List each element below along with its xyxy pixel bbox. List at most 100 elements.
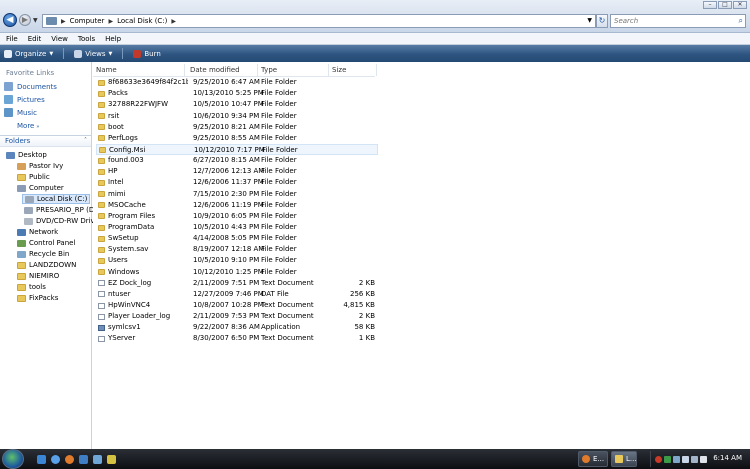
column-header-date-modified[interactable]: Date modified bbox=[187, 64, 258, 76]
file-row[interactable]: HP 12/7/2006 12:13 AM File Folder bbox=[96, 166, 378, 177]
menu-help[interactable]: Help bbox=[105, 35, 121, 43]
file-row[interactable]: SwSetup 4/14/2008 5:05 PM File Folder bbox=[96, 233, 378, 244]
file-row[interactable]: MSOCache 12/6/2006 11:19 PM File Folder bbox=[96, 200, 378, 211]
search-icon[interactable]: ⌕ bbox=[739, 15, 743, 27]
forward-button[interactable]: ▶ bbox=[19, 14, 31, 26]
music-icon bbox=[4, 108, 13, 117]
tree-presario-rp[interactable]: PRESARIO_RP (D:) bbox=[24, 206, 99, 214]
hard-disk-icon bbox=[25, 195, 34, 203]
breadcrumb-chevron-icon[interactable]: ▶ bbox=[61, 18, 66, 25]
antivirus-icon[interactable] bbox=[664, 456, 671, 463]
clock[interactable]: 6:14 AM bbox=[713, 454, 742, 462]
address-dropdown-icon[interactable]: ▼ bbox=[587, 17, 592, 24]
show-desktop-icon[interactable] bbox=[37, 455, 46, 464]
tree-public[interactable]: Public bbox=[17, 173, 50, 181]
file-row[interactable]: Users 10/5/2010 9:10 PM File Folder bbox=[96, 255, 378, 266]
battery-icon[interactable] bbox=[700, 456, 707, 463]
file-row[interactable]: Program Files 10/9/2010 6:05 PM File Folde… bbox=[96, 211, 378, 222]
taskbar-button-browser[interactable]: E... bbox=[578, 451, 608, 467]
tree-computer[interactable]: Computer bbox=[17, 184, 64, 192]
control-panel-icon bbox=[17, 239, 26, 247]
search-input[interactable]: Search ⌕ bbox=[610, 14, 746, 28]
file-type: File Folder bbox=[261, 167, 297, 176]
file-row[interactable]: ntuser 12/27/2009 7:46 PM DAT File 256 KB bbox=[96, 289, 378, 300]
file-row[interactable]: EZ Dock_log 2/11/2009 7:51 PM Text Documen… bbox=[96, 278, 378, 289]
breadcrumb-computer[interactable]: Computer bbox=[70, 17, 105, 25]
taskbar-button-explorer[interactable]: L... bbox=[611, 451, 637, 467]
tree-label: Recycle Bin bbox=[29, 250, 70, 258]
file-row[interactable]: 32788R22FWJFW 10/5/2010 10:47 PM File Fold… bbox=[96, 99, 378, 110]
file-row[interactable]: Player Loader_log 2/11/2009 7:53 PM Text D… bbox=[96, 311, 378, 322]
mail-icon[interactable] bbox=[79, 455, 88, 464]
folder-shortcut-icon[interactable] bbox=[107, 455, 116, 464]
switch-windows-icon[interactable] bbox=[93, 455, 102, 464]
menu-edit[interactable]: Edit bbox=[28, 35, 42, 43]
menu-view[interactable]: View bbox=[51, 35, 68, 43]
file-name-cell: Intel bbox=[98, 177, 188, 188]
column-header-name[interactable]: Name bbox=[93, 64, 185, 76]
breadcrumb-chevron-icon[interactable]: ▶ bbox=[108, 18, 113, 25]
tree-dvd-drive[interactable]: DVD/CD-RW Drive bbox=[24, 217, 99, 225]
close-button[interactable]: ✕ bbox=[733, 1, 747, 9]
burn-button[interactable]: Burn bbox=[133, 49, 161, 58]
menu-file[interactable]: File bbox=[6, 35, 18, 43]
file-row[interactable]: Windows 10/12/2010 1:25 PM File Folder bbox=[96, 267, 378, 278]
file-row[interactable]: found.003 6/27/2010 8:15 AM File Folder bbox=[96, 155, 378, 166]
user-folder-icon bbox=[17, 162, 26, 170]
menu-tools[interactable]: Tools bbox=[78, 35, 95, 43]
tree-control-panel[interactable]: Control Panel bbox=[17, 239, 75, 247]
start-button[interactable] bbox=[2, 449, 24, 469]
tree-fixpacks[interactable]: FixPacks bbox=[17, 294, 58, 302]
tree-recycle-bin[interactable]: Recycle Bin bbox=[17, 250, 69, 258]
file-row[interactable]: mimi 7/15/2010 2:30 PM File Folder bbox=[96, 189, 378, 200]
tree-local-disk[interactable]: Local Disk (C:) bbox=[22, 194, 91, 204]
firefox-icon[interactable] bbox=[65, 455, 74, 464]
recent-pages-dropdown[interactable]: ▼ bbox=[33, 17, 38, 24]
file-row[interactable]: YServer 8/30/2007 6:50 PM Text Document 1 K… bbox=[96, 333, 378, 344]
back-button[interactable]: ◀ bbox=[3, 13, 17, 27]
tree-tools[interactable]: tools bbox=[17, 283, 46, 291]
file-row[interactable]: rsit 10/6/2010 9:34 PM File Folder bbox=[96, 111, 378, 122]
internet-explorer-icon[interactable] bbox=[51, 455, 60, 464]
window-controls: – □ ✕ bbox=[703, 1, 747, 9]
file-row[interactable]: Packs 10/13/2010 5:25 PM File Folder bbox=[96, 88, 378, 99]
breadcrumb-local-disk[interactable]: Local Disk (C:) bbox=[117, 17, 167, 25]
address-field[interactable]: ▶ Computer ▶ Local Disk (C:) ▶ ▼ bbox=[42, 14, 596, 28]
application-icon bbox=[98, 324, 105, 331]
column-header-size[interactable]: Size bbox=[329, 64, 377, 76]
file-row[interactable]: boot 9/25/2010 8:21 AM File Folder bbox=[96, 122, 378, 133]
organize-button[interactable]: Organize ▼ bbox=[4, 49, 53, 58]
volume-icon[interactable] bbox=[682, 456, 689, 463]
tree-network[interactable]: Network bbox=[17, 228, 58, 236]
favorite-pictures[interactable]: Pictures bbox=[4, 95, 45, 104]
file-row[interactable]: 8f68633e3649f84f2c1b4... 9/25/2010 6:47 A… bbox=[96, 77, 378, 88]
breadcrumb-chevron-icon[interactable]: ▶ bbox=[171, 18, 176, 25]
file-row[interactable]: System.sav 8/19/2007 12:18 AM File Folder bbox=[96, 244, 378, 255]
folders-header[interactable]: Folders ˄ bbox=[0, 135, 91, 147]
file-row[interactable]: Config.Msi 10/12/2010 7:17 PM File Folder bbox=[96, 143, 378, 155]
file-row[interactable]: Intel 12/6/2006 11:37 PM File Folder bbox=[96, 177, 378, 188]
maximize-button[interactable]: □ bbox=[718, 1, 732, 9]
tree-pastor-ivy[interactable]: Pastor Ivy bbox=[17, 162, 63, 170]
refresh-button[interactable]: ↻ bbox=[596, 14, 608, 28]
minimize-button[interactable]: – bbox=[703, 1, 717, 9]
file-name: HP bbox=[108, 167, 118, 176]
network-icon[interactable] bbox=[673, 456, 680, 463]
file-name-cell: System.sav bbox=[98, 244, 188, 255]
security-alert-icon[interactable] bbox=[655, 456, 662, 463]
views-button[interactable]: Views ▼ bbox=[74, 49, 112, 58]
file-row[interactable]: PerfLogs 9/25/2010 8:55 AM File Folder bbox=[96, 133, 378, 144]
column-header-type[interactable]: Type bbox=[258, 64, 329, 76]
favorite-music[interactable]: Music bbox=[4, 108, 37, 117]
device-icon[interactable] bbox=[691, 456, 698, 463]
favorite-documents[interactable]: Documents bbox=[4, 82, 57, 91]
file-date: 9/25/2010 6:47 AM bbox=[193, 78, 260, 86]
file-date: 2/11/2009 7:51 PM bbox=[193, 278, 260, 287]
file-row[interactable]: symlcsv1 9/22/2007 8:36 AM Application 58 K… bbox=[96, 322, 378, 333]
tree-landzdown[interactable]: LANDZDOWN bbox=[17, 261, 76, 269]
tree-desktop[interactable]: Desktop bbox=[6, 151, 47, 159]
tree-niemiro[interactable]: NIEMIRO bbox=[17, 272, 59, 280]
file-row[interactable]: HpWinVNC4 10/8/2007 10:28 PM Text Document… bbox=[96, 300, 378, 311]
more-links[interactable]: More» bbox=[17, 122, 39, 130]
file-row[interactable]: ProgramData 10/5/2010 4:43 PM File Folder bbox=[96, 222, 378, 233]
